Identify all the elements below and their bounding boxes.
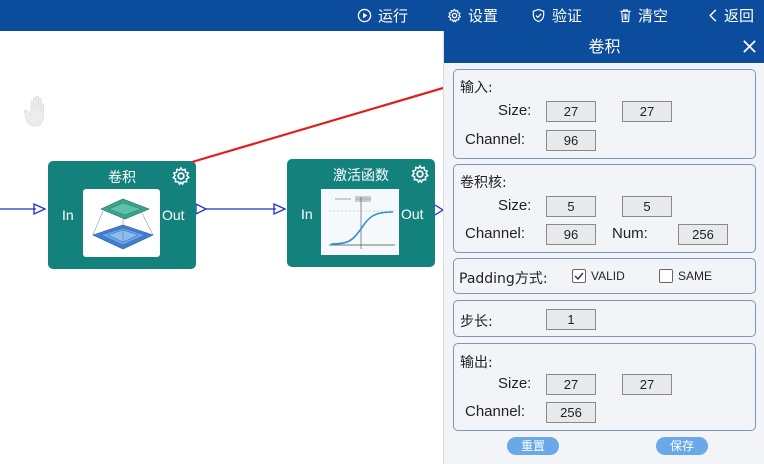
kernel-num-label: Num: xyxy=(612,225,648,242)
node-out-port[interactable]: Out xyxy=(162,207,185,223)
node-activation[interactable]: 激活函数 In Out xyxy=(287,159,435,267)
kernel-header: 卷积核: xyxy=(460,175,507,191)
stride-value[interactable]: 1 xyxy=(546,309,596,330)
convolution-thumbnail xyxy=(83,189,160,257)
chevron-left-icon xyxy=(709,9,717,22)
output-header: 输出: xyxy=(460,355,493,371)
kernel-num-value[interactable]: 256 xyxy=(678,224,728,245)
input-size-height[interactable]: 27 xyxy=(622,101,672,122)
output-size-width: 27 xyxy=(546,374,596,395)
kernel-size-height[interactable]: 5 xyxy=(622,196,672,217)
node-convolution[interactable]: 卷积 In Out xyxy=(48,161,196,269)
input-channel-label: Channel: xyxy=(465,131,526,148)
run-button[interactable]: 运行 xyxy=(357,0,408,31)
output-channel-value: 256 xyxy=(546,402,596,423)
kernel-channel-value[interactable]: 96 xyxy=(546,224,596,245)
shield-check-icon xyxy=(532,8,545,23)
padding-label: Padding方式: xyxy=(459,271,548,287)
gear-icon xyxy=(447,8,462,23)
conv-grid-image xyxy=(92,198,154,250)
panel-header: 卷积 xyxy=(444,31,764,63)
top-toolbar: 运行 设置 验证 清空 返回 xyxy=(0,0,764,31)
reset-button[interactable]: 重置 xyxy=(507,437,559,455)
trash-icon xyxy=(620,9,631,23)
output-size-height: 27 xyxy=(622,374,672,395)
padding-valid-checkbox[interactable] xyxy=(572,269,586,283)
output-channel-label: Channel: xyxy=(465,403,526,420)
padding-same-checkbox[interactable] xyxy=(659,269,673,283)
checkmark-icon xyxy=(574,272,584,281)
sigmoid-curve-image xyxy=(321,189,399,255)
activation-thumbnail xyxy=(321,189,399,255)
kernel-size-width[interactable]: 5 xyxy=(546,196,596,217)
padding-valid-label: VALID xyxy=(591,269,625,283)
workflow-canvas[interactable]: 卷积 In Out 激活函数 In Out xyxy=(0,31,592,464)
play-icon xyxy=(357,8,372,23)
output-port-arrow xyxy=(435,204,443,216)
close-icon[interactable] xyxy=(742,39,757,54)
clear-button[interactable]: 清空 xyxy=(619,0,668,31)
node-in-port[interactable]: In xyxy=(301,206,313,222)
input-size-label: Size: xyxy=(498,102,532,119)
app-root: 运行 设置 验证 清空 返回 卷积 In Out 激活函数 In Out 卷积 … xyxy=(0,0,764,464)
hand-pan-icon[interactable] xyxy=(23,93,53,129)
save-button[interactable]: 保存 xyxy=(656,437,708,455)
run-label: 运行 xyxy=(378,7,409,25)
node-out-port[interactable]: Out xyxy=(401,206,424,222)
settings-button[interactable]: 设置 xyxy=(447,0,498,31)
verify-label: 验证 xyxy=(552,7,583,25)
padding-group: Padding方式: VALID SAME xyxy=(453,258,756,294)
stride-label: 步长: xyxy=(460,314,493,330)
gear-icon[interactable] xyxy=(171,166,191,186)
clear-label: 清空 xyxy=(638,7,669,25)
input-group: 输入: Size: 27 27 Channel: 96 xyxy=(453,69,756,159)
properties-panel: 卷积 输入: Size: 27 27 Channel: 96 卷积核: Size… xyxy=(443,31,764,464)
node-in-port[interactable]: In xyxy=(62,207,74,223)
input-channel-value[interactable]: 96 xyxy=(546,130,596,151)
input-header: 输入: xyxy=(460,80,493,96)
verify-button[interactable]: 验证 xyxy=(531,0,582,31)
settings-label: 设置 xyxy=(468,7,499,25)
padding-same-label: SAME xyxy=(678,269,713,283)
back-button[interactable]: 返回 xyxy=(708,0,754,31)
input-size-width[interactable]: 27 xyxy=(546,101,596,122)
stride-group: 步长: 1 xyxy=(453,300,756,337)
back-label: 返回 xyxy=(724,7,755,25)
panel-title: 卷积 xyxy=(588,37,621,56)
kernel-size-label: Size: xyxy=(498,197,532,214)
output-group: 输出: Size: 27 27 Channel: 256 xyxy=(453,343,756,431)
output-size-label: Size: xyxy=(498,375,532,392)
kernel-group: 卷积核: Size: 5 5 Channel: 96 Num: 256 xyxy=(453,164,756,253)
kernel-channel-label: Channel: xyxy=(465,225,526,242)
